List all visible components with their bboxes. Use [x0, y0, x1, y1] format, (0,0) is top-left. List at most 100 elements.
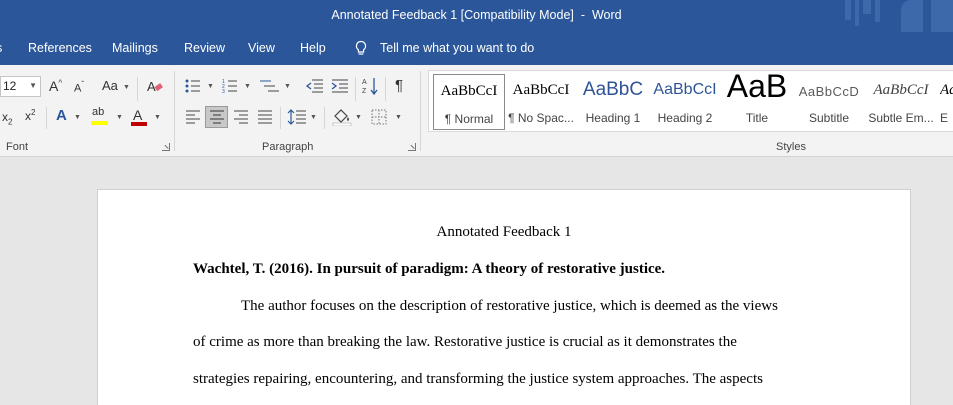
style-label: Heading 1 [585, 111, 641, 125]
style-label: Title [745, 111, 769, 125]
style-label: Subtitle [808, 111, 850, 125]
ribbon: 12 ▼ A^ Aˇ Aa ▼ A x2 x2 A ▼ ab ▼ A ▼ Fon… [0, 65, 953, 157]
style-preview: AaB [726, 70, 788, 104]
chevron-down-icon: ▼ [284, 83, 291, 90]
highlight-color-swatch [91, 121, 108, 125]
style-subtitle[interactable]: AaBbCcD Subtitle [793, 74, 865, 130]
chevron-down-icon: ▼ [310, 114, 317, 121]
font-size-box[interactable]: 12 ▼ [0, 76, 41, 97]
paragraph-line: of crime as more than breaking the law. … [193, 334, 737, 350]
style-preview: AaBbCcI [653, 81, 717, 98]
style-title[interactable]: AaB Title [721, 71, 793, 130]
line-spacing-icon[interactable] [287, 108, 307, 126]
superscript-icon[interactable]: x2 [25, 109, 35, 123]
font-color-swatch [131, 122, 147, 126]
borders-icon[interactable] [371, 109, 387, 125]
style-label: ¶ No Spac... [508, 111, 574, 125]
title-bar: Annotated Feedback 1 [Compatibility Mode… [0, 0, 953, 32]
shrink-font-icon[interactable]: Aˇ [74, 81, 84, 95]
paragraph-line: strategies repairing, encountering, and … [193, 371, 763, 387]
style-normal[interactable]: AaBbCcI ¶ Normal [433, 74, 505, 130]
divider [174, 71, 175, 151]
shading-icon[interactable] [332, 108, 352, 126]
grow-font-icon[interactable]: A^ [49, 79, 62, 93]
multilevel-list-icon[interactable] [259, 78, 281, 94]
style-label: Heading 2 [657, 111, 713, 125]
title-bar-decoration [843, 0, 953, 32]
tab-review[interactable]: Review [184, 41, 225, 55]
highlight-icon[interactable]: ab [92, 107, 104, 118]
ribbon-tabs: s References Mailings Review View Help T… [0, 32, 953, 65]
change-case-icon[interactable]: Aa [102, 79, 118, 92]
document-title: Annotated Feedback 1 [436, 224, 572, 240]
style-label: E [940, 111, 949, 125]
subscript-icon[interactable]: x2 [2, 111, 12, 126]
paragraph-group-label: Paragraph [262, 141, 314, 153]
justify-icon[interactable] [257, 110, 273, 124]
align-center-button[interactable] [205, 106, 228, 128]
window-title: Annotated Feedback 1 [Compatibility Mode… [331, 8, 622, 22]
divider [280, 107, 281, 129]
divider [137, 77, 138, 101]
style-heading-2[interactable]: AaBbCcI Heading 2 [649, 74, 721, 130]
style-preview: AaBbCcI [440, 83, 498, 99]
font-color-icon[interactable]: A [133, 108, 142, 122]
tab-view[interactable]: View [248, 41, 275, 55]
style-preview: AaBbC [582, 79, 644, 100]
decrease-indent-icon[interactable] [305, 78, 325, 94]
tab-partial[interactable]: s [0, 41, 2, 55]
style-emphasis[interactable]: Aa E [937, 74, 953, 130]
tell-me-search[interactable]: Tell me what you want to do [380, 41, 534, 55]
style-label: Subtle Em... [868, 111, 934, 125]
font-dialog-launcher-icon[interactable] [162, 143, 170, 151]
divider [420, 71, 421, 151]
divider [46, 107, 47, 129]
align-right-icon[interactable] [233, 110, 249, 124]
increase-indent-icon[interactable] [330, 78, 350, 94]
text-effects-icon[interactable]: A [56, 108, 67, 123]
svg-text:A: A [362, 79, 367, 86]
font-size-value: 12 [3, 79, 17, 93]
styles-gallery: AaBbCcI ¶ Normal AaBbCcI ¶ No Spac... Aa… [428, 70, 953, 132]
divider [385, 77, 386, 101]
tab-references[interactable]: References [28, 41, 92, 55]
divider [355, 77, 356, 101]
chevron-down-icon: ▼ [154, 114, 161, 121]
style-heading-1[interactable]: AaBbC Heading 1 [577, 74, 649, 130]
chevron-down-icon: ▼ [74, 114, 81, 121]
style-preview: AaBbCcI [873, 82, 929, 98]
bullets-icon[interactable] [185, 78, 205, 94]
style-preview: AaBbCcI [512, 82, 570, 98]
chevron-down-icon: ▼ [123, 84, 130, 91]
style-preview: Aa [940, 82, 953, 98]
clear-formatting-icon[interactable]: A [146, 77, 164, 95]
svg-text:A: A [147, 79, 156, 94]
paragraph-line: The author focuses on the description of… [241, 298, 778, 314]
citation-heading: Wachtel, T. (2016). In pursuit of paradi… [193, 261, 666, 277]
chevron-down-icon: ▼ [355, 114, 362, 121]
style-no-spacing[interactable]: AaBbCcI ¶ No Spac... [505, 74, 577, 130]
svg-text:Z: Z [362, 88, 367, 95]
lightbulb-icon[interactable] [354, 40, 368, 56]
chevron-down-icon: ▼ [244, 83, 251, 90]
show-formatting-marks-icon[interactable]: ¶ [395, 78, 403, 93]
font-group-label: Font [6, 141, 29, 153]
style-label: ¶ Normal [444, 112, 494, 126]
style-subtle-emphasis[interactable]: AaBbCcI Subtle Em... [865, 74, 937, 130]
chevron-down-icon: ▼ [395, 114, 402, 121]
style-preview: AaBbCcD [798, 84, 860, 99]
tab-help[interactable]: Help [300, 41, 326, 55]
chevron-down-icon: ▼ [116, 114, 123, 121]
chevron-down-icon: ▼ [207, 83, 214, 90]
paragraph-dialog-launcher-icon[interactable] [408, 143, 416, 151]
document-page[interactable]: Annotated Feedback 1 Wachtel, T. (2016).… [97, 189, 911, 405]
svg-text:3: 3 [222, 89, 225, 94]
chevron-down-icon: ▼ [29, 81, 37, 90]
sort-icon[interactable]: A Z [362, 76, 380, 96]
tab-mailings[interactable]: Mailings [112, 41, 158, 55]
styles-group-label: Styles [776, 141, 806, 153]
divider [324, 107, 325, 129]
align-center-icon [210, 110, 224, 124]
align-left-icon[interactable] [185, 110, 201, 124]
numbering-icon[interactable]: 1 2 3 [222, 78, 242, 94]
